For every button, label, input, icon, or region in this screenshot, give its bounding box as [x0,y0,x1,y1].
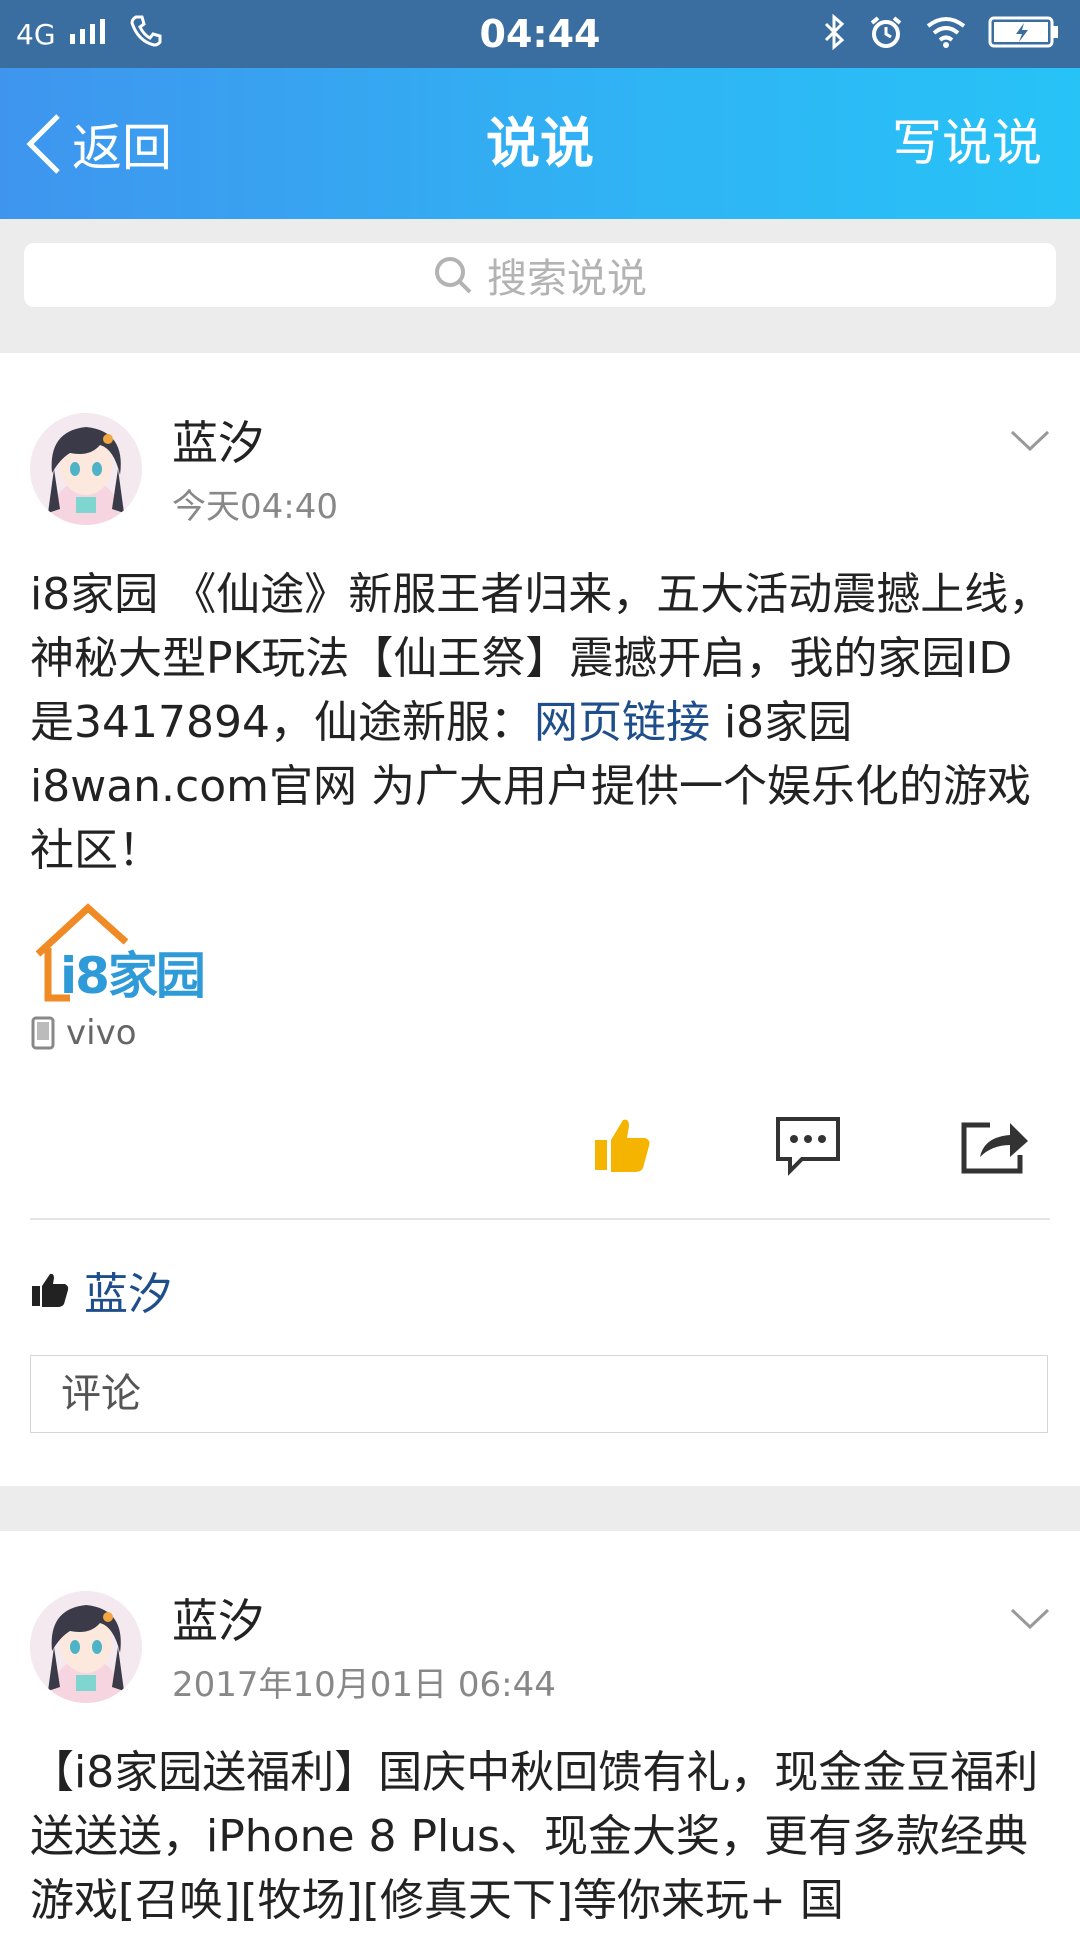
divider [30,1218,1050,1220]
comment-input[interactable]: 评论 [30,1355,1048,1433]
search-placeholder: 搜索说说 [487,256,647,302]
comment-icon [776,1117,840,1176]
status-bar: 4G 04:44 [0,0,1080,68]
post-card: 蓝汐 2017年10月01日 06:44 【i8家园送福利】国庆中秋回馈有礼，现… [0,1531,1080,1951]
author-name[interactable]: 蓝汐 [172,1585,264,1651]
search-icon [435,257,472,294]
status-right [822,0,1060,68]
thumbs-up-small-icon [32,1273,69,1307]
thumbs-up-icon [595,1119,650,1172]
post-actions [0,1105,1080,1215]
search-input[interactable]: 搜索说说 [24,243,1056,307]
author-name[interactable]: 蓝汐 [172,407,264,473]
phone-device-icon [31,1016,55,1050]
chevron-down-icon [1010,1608,1050,1630]
post-time: 今天04:40 [172,487,338,527]
wifi-icon [926,16,966,52]
search-area: 搜索说说 [0,219,1080,353]
post-text: i8家园 《仙途》新服王者归来，五大活动震撼上线，神秘大型PK玩法【仙王祭】震撼… [30,563,1054,883]
liked-by-name[interactable]: 蓝汐 [84,1258,172,1322]
device-name: vivo [66,1013,137,1053]
chevron-down-icon [1010,430,1050,452]
nav-bar: 返回 说说 写说说 [0,68,1080,219]
avatar[interactable] [30,413,142,525]
write-post-button[interactable]: 写说说 [892,68,1042,219]
bluetooth-icon [822,13,846,54]
logo-text: i8家园 [60,947,206,1005]
post-menu-button[interactable] [1010,1607,1050,1635]
avatar[interactable] [30,1591,142,1703]
alarm-icon [868,14,904,54]
share-icon [961,1122,1028,1174]
web-link[interactable]: 网页链接 [534,697,710,748]
post-device: vivo [30,1013,137,1053]
comment-button[interactable] [768,1105,848,1185]
share-button[interactable] [954,1105,1034,1185]
post-text: 【i8家园送福利】国庆中秋回馈有礼，现金金豆福利送送送，iPhone 8 Plu… [30,1747,1039,1926]
battery-icon [988,15,1060,53]
liked-by-row: 蓝汐 [30,1258,172,1322]
post-image[interactable]: i8家园 [30,898,220,1008]
post-time: 2017年10月01日 06:44 [172,1665,556,1705]
post-menu-button[interactable] [1010,429,1050,457]
post-card: 蓝汐 今天04:40 i8家园 《仙途》新服王者归来，五大活动震撼上线，神秘大型… [0,353,1080,1486]
like-button[interactable] [582,1105,662,1185]
